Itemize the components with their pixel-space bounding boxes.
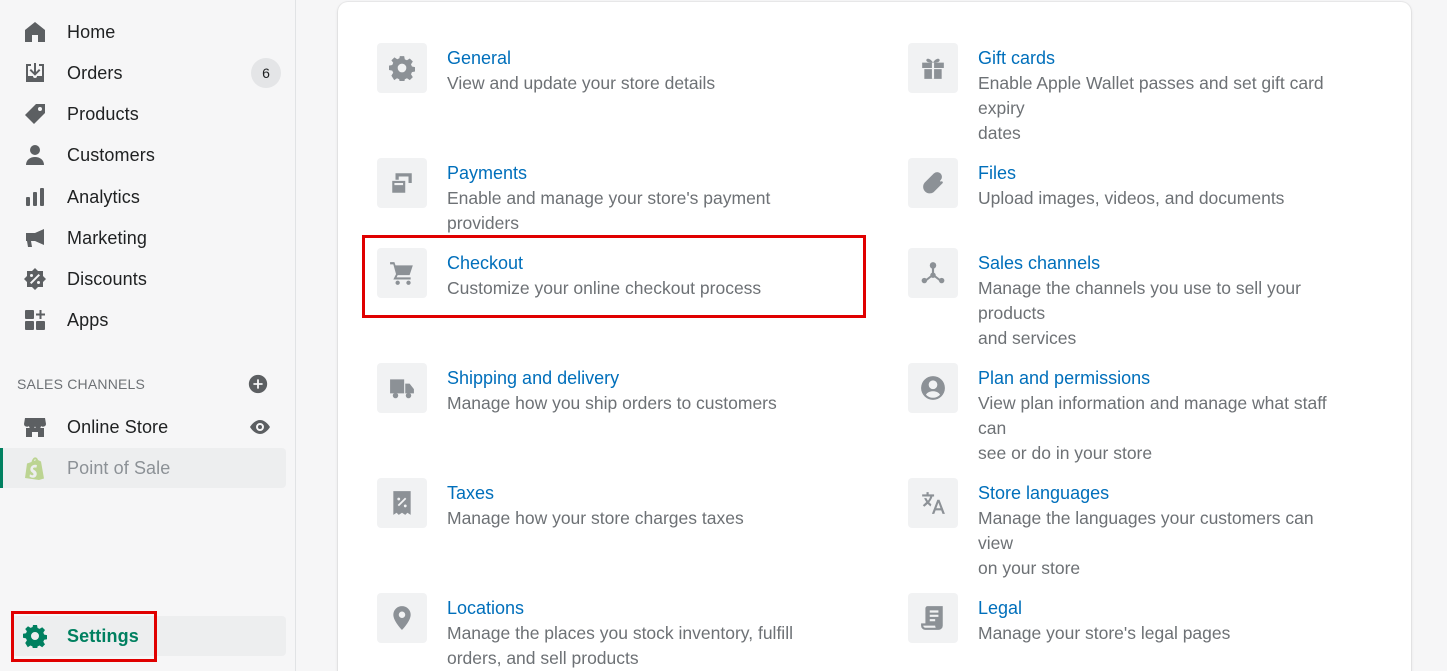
cart-icon: [377, 248, 427, 298]
paperclip-icon: [908, 158, 958, 208]
setting-shipping[interactable]: Shipping and delivery Manage how you shi…: [377, 363, 837, 416]
setting-description: Enable Apple Wallet passes and set gift …: [978, 73, 1324, 143]
setting-title[interactable]: Legal: [978, 597, 1230, 619]
view-online-store-button[interactable]: [248, 415, 272, 439]
eye-icon: [250, 420, 270, 434]
setting-taxes[interactable]: Taxes Manage how your store charges taxe…: [377, 478, 837, 531]
nav-online-store[interactable]: Online Store: [12, 409, 286, 445]
nav-marketing[interactable]: Marketing: [12, 220, 286, 256]
nav-apps[interactable]: Apps: [12, 302, 286, 338]
nav-customers[interactable]: Customers: [12, 137, 286, 173]
nav-orders[interactable]: Orders 6: [12, 55, 286, 91]
setting-title[interactable]: Checkout: [447, 252, 761, 274]
setting-description: Manage the channels you use to sell your…: [978, 278, 1301, 348]
nav-label: Settings: [67, 625, 139, 646]
tag-icon: [22, 101, 48, 127]
nav-label: Analytics: [67, 186, 140, 207]
setting-sales-channels[interactable]: Sales channels Manage the channels you u…: [908, 248, 1348, 351]
setting-title[interactable]: Files: [978, 162, 1284, 184]
nav-label: Point of Sale: [67, 457, 171, 478]
nav-label: Customers: [67, 144, 155, 165]
add-sales-channel-button[interactable]: [247, 373, 269, 395]
shopify-bag-icon: [22, 455, 48, 481]
location-pin-icon: [377, 593, 427, 643]
plus-circle-icon: [248, 374, 268, 394]
setting-description: Manage the languages your customers can …: [978, 508, 1314, 578]
nav-label: Discounts: [67, 268, 147, 289]
setting-checkout[interactable]: Checkout Customize your online checkout …: [377, 248, 837, 301]
nav-point-of-sale[interactable]: Point of Sale: [0, 448, 286, 488]
home-icon: [22, 19, 48, 45]
setting-general[interactable]: General View and update your store detai…: [377, 43, 837, 96]
setting-title[interactable]: Plan and permissions: [978, 367, 1348, 389]
setting-gift-cards[interactable]: Gift cards Enable Apple Wallet passes an…: [908, 43, 1348, 146]
setting-title[interactable]: Gift cards: [978, 47, 1348, 69]
settings-card: General View and update your store detai…: [338, 2, 1411, 671]
setting-locations[interactable]: Locations Manage the places you stock in…: [377, 593, 837, 671]
nav-label: Apps: [67, 309, 109, 330]
tax-receipt-icon: [377, 478, 427, 528]
truck-icon: [377, 363, 427, 413]
nav-settings[interactable]: Settings: [12, 616, 286, 656]
setting-description: Customize your online checkout process: [447, 278, 762, 298]
channels-icon: [908, 248, 958, 298]
person-icon: [22, 142, 48, 168]
setting-description: Upload images, videos, and documents: [978, 188, 1285, 208]
legal-scroll-icon: [908, 593, 958, 643]
payment-icon: [377, 158, 427, 208]
translate-icon: [908, 478, 958, 528]
gear-icon: [22, 623, 48, 649]
setting-title[interactable]: Sales channels: [978, 252, 1348, 274]
setting-description: Enable and manage your store's payment p…: [447, 188, 771, 233]
nav-label: Home: [67, 21, 116, 42]
nav-label: Online Store: [67, 416, 169, 437]
setting-files[interactable]: Files Upload images, videos, and documen…: [908, 158, 1348, 211]
store-icon: [22, 414, 48, 440]
setting-title[interactable]: General: [447, 47, 715, 69]
gear-icon: [377, 43, 427, 93]
setting-payments[interactable]: Payments Enable and manage your store's …: [377, 158, 837, 236]
nav-home[interactable]: Home: [12, 14, 286, 50]
setting-description: Manage how you ship orders to customers: [447, 393, 777, 413]
sidebar: Home Orders 6 Products Customers Analyti…: [0, 0, 296, 671]
setting-description: Manage your store's legal pages: [978, 623, 1231, 643]
apps-icon: [22, 307, 48, 333]
nav-label: Marketing: [67, 227, 147, 248]
sales-channels-heading: SALES CHANNELS: [17, 376, 146, 392]
setting-description: Manage the places you stock inventory, f…: [447, 623, 793, 668]
gift-icon: [908, 43, 958, 93]
setting-description: Manage how your store charges taxes: [447, 508, 744, 528]
setting-store-languages[interactable]: Store languages Manage the languages you…: [908, 478, 1348, 581]
setting-title[interactable]: Shipping and delivery: [447, 367, 777, 389]
setting-plan-permissions[interactable]: Plan and permissions View plan informati…: [908, 363, 1348, 466]
user-circle-icon: [908, 363, 958, 413]
setting-title[interactable]: Taxes: [447, 482, 744, 504]
discount-icon: [22, 266, 48, 292]
orders-icon: [22, 60, 48, 86]
nav-label: Products: [67, 103, 139, 124]
setting-description: View plan information and manage what st…: [978, 393, 1327, 463]
nav-analytics[interactable]: Analytics: [12, 179, 286, 215]
nav-discounts[interactable]: Discounts: [12, 261, 286, 297]
bar-chart-icon: [22, 184, 48, 210]
orders-count-badge: 6: [251, 58, 281, 88]
nav-products[interactable]: Products: [12, 96, 286, 132]
setting-title[interactable]: Store languages: [978, 482, 1348, 504]
setting-legal[interactable]: Legal Manage your store's legal pages: [908, 593, 1348, 646]
megaphone-icon: [22, 225, 48, 251]
setting-title[interactable]: Payments: [447, 162, 837, 184]
setting-title[interactable]: Locations: [447, 597, 793, 619]
setting-description: View and update your store details: [447, 73, 716, 93]
nav-label: Orders: [67, 62, 123, 83]
